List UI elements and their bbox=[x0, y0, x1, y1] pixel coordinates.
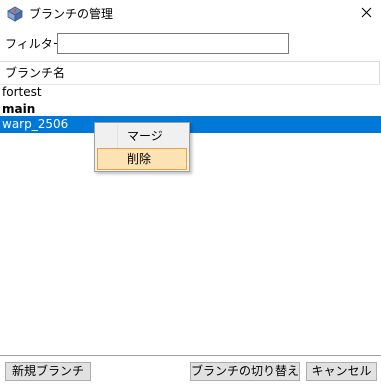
context-menu: マージ 削除 bbox=[94, 122, 190, 172]
new-branch-button[interactable]: 新規ブランチ bbox=[5, 362, 91, 381]
branch-name: main bbox=[2, 102, 36, 116]
menu-item-merge[interactable]: マージ bbox=[97, 125, 187, 147]
branch-row-fortest[interactable]: fortest bbox=[0, 84, 381, 101]
manage-branches-dialog: ブランチの管理 フィルター: ブランチ名 fortest main warp_2… bbox=[0, 0, 381, 386]
app-icon bbox=[7, 6, 23, 22]
title-bar: ブランチの管理 bbox=[0, 0, 381, 28]
menu-item-label: マージ bbox=[127, 129, 163, 143]
bottom-divider bbox=[0, 355, 381, 356]
close-button[interactable] bbox=[351, 0, 381, 28]
window-title: ブランチの管理 bbox=[29, 7, 114, 21]
menu-item-label: 削除 bbox=[127, 152, 152, 166]
close-icon[interactable] bbox=[361, 7, 372, 21]
column-header-branch-name[interactable]: ブランチ名 bbox=[0, 61, 380, 85]
branch-row-warp-2506[interactable]: warp_2506 bbox=[0, 116, 381, 133]
filter-input[interactable] bbox=[57, 33, 289, 54]
column-header-label: ブランチ名 bbox=[5, 66, 66, 80]
cancel-button[interactable]: キャンセル bbox=[306, 362, 377, 381]
switch-branch-button[interactable]: ブランチの切り替え bbox=[190, 362, 300, 381]
branch-name: warp_2506 bbox=[2, 117, 69, 131]
branch-name: fortest bbox=[2, 85, 42, 99]
menu-item-delete[interactable]: 削除 bbox=[97, 148, 187, 170]
branch-list[interactable]: ブランチ名 fortest main warp_2506 bbox=[0, 61, 381, 355]
